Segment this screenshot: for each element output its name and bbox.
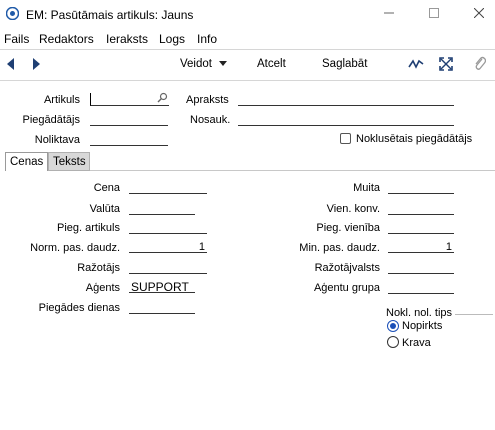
maximize-button[interactable] xyxy=(419,2,449,24)
window-title: EM: Pasūtāmais artikuls: Jauns xyxy=(26,8,194,22)
close-button[interactable] xyxy=(464,2,494,24)
norm-pas-daudz-label: Norm. pas. daudz. xyxy=(30,242,120,254)
menu-divider xyxy=(0,49,495,50)
order-type-separator xyxy=(455,314,493,315)
muita-input[interactable] xyxy=(388,181,454,194)
toolbar-divider xyxy=(0,80,495,81)
nosauk-label: Nosauk. xyxy=(190,114,231,126)
arrow-right-icon[interactable] xyxy=(32,58,41,70)
order-type-title: Nokl. nol. tips xyxy=(386,307,453,319)
artikuls-label: Artikuls xyxy=(43,94,80,106)
muita-label: Muita xyxy=(353,182,380,194)
default-supplier-label: Noklusētais piegādātājs xyxy=(356,133,473,145)
razotajvalsts-label: Ražotājvalsts xyxy=(314,262,380,274)
piegades-dienas-label: Piegādes dienas xyxy=(38,302,120,314)
arrow-left-icon[interactable] xyxy=(6,58,15,70)
maximize-icon xyxy=(429,8,439,18)
vien-konv-label: Vien. konv. xyxy=(326,203,380,215)
razotajs-input[interactable] xyxy=(129,261,207,274)
piegadatajs-label: Piegādātājs xyxy=(22,114,81,126)
razotajs-label: Ražotājs xyxy=(77,262,120,274)
menu-info[interactable]: Info xyxy=(197,32,217,46)
cena-label: Cena xyxy=(93,182,120,194)
pieg-artikuls-label: Pieg. artikuls xyxy=(57,222,120,234)
app-logo-icon xyxy=(6,7,19,20)
radio-krava[interactable] xyxy=(387,336,399,348)
pieg-vieniba-input[interactable] xyxy=(388,221,454,234)
cena-input[interactable] xyxy=(129,181,207,194)
tab-strip-line xyxy=(90,170,495,171)
save-button[interactable]: Saglabāt xyxy=(322,58,367,70)
piegades-dienas-input[interactable] xyxy=(129,301,195,314)
razotajvalsts-input[interactable] xyxy=(388,261,454,274)
radio-nopirkts-label: Nopirkts xyxy=(402,320,443,332)
operations-menu-button[interactable]: Veidot xyxy=(180,58,228,70)
menu-redaktors[interactable]: Redaktors xyxy=(39,32,94,46)
noliktava-input[interactable] xyxy=(90,133,168,146)
menu-logs[interactable]: Logs xyxy=(159,32,185,46)
min-pas-daudz-input[interactable]: 1 xyxy=(388,241,454,253)
agents-label: Aģents xyxy=(85,282,120,294)
tab-teksts[interactable]: Teksts xyxy=(48,152,90,171)
search-icon[interactable] xyxy=(157,92,168,103)
expand-icon[interactable] xyxy=(439,57,453,71)
close-icon xyxy=(474,8,484,18)
apraksts-label: Apraksts xyxy=(186,94,229,106)
agents-input[interactable]: SUPPORT xyxy=(129,281,195,293)
radio-krava-label: Krava xyxy=(402,337,431,349)
vien-konv-input[interactable] xyxy=(388,202,454,215)
tab-cenas[interactable]: Cenas xyxy=(5,152,48,171)
operations-label: Veidot xyxy=(180,58,212,70)
radio-nopirkts[interactable] xyxy=(387,320,399,332)
menu-ieraksts[interactable]: Ieraksts xyxy=(106,32,148,46)
cancel-button[interactable]: Atcelt xyxy=(257,58,286,70)
paperclip-icon[interactable] xyxy=(474,56,486,71)
title-bar: EM: Pasūtāmais artikuls: Jauns xyxy=(0,0,495,28)
menu-fails[interactable]: Fails xyxy=(4,32,29,46)
default-supplier-checkbox[interactable] xyxy=(340,133,351,144)
valuta-input[interactable] xyxy=(129,202,195,215)
min-pas-daudz-label: Min. pas. daudz. xyxy=(299,242,380,254)
chevron-down-icon xyxy=(219,60,228,66)
pieg-artikuls-input[interactable] xyxy=(129,221,207,234)
pieg-vieniba-label: Pieg. vienība xyxy=(316,222,380,234)
valuta-label: Valūta xyxy=(89,203,120,215)
norm-pas-daudz-input[interactable]: 1 xyxy=(129,241,207,253)
apraksts-input[interactable] xyxy=(238,93,454,106)
minimize-button[interactable] xyxy=(374,2,404,24)
minimize-icon xyxy=(384,12,394,14)
agentu-grupa-input[interactable] xyxy=(388,281,454,294)
noliktava-label: Noliktava xyxy=(34,134,80,146)
signature-icon[interactable] xyxy=(408,58,424,70)
agentu-grupa-label: Aģentu grupa xyxy=(313,282,380,294)
piegadatajs-input[interactable] xyxy=(90,113,168,126)
nosauk-input[interactable] xyxy=(238,113,454,126)
